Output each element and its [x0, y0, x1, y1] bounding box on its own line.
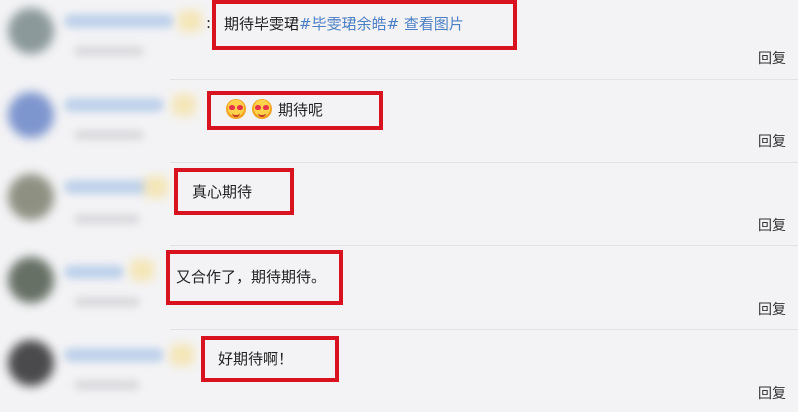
reply-button[interactable]: 回复 [758, 48, 786, 68]
comment-text: 好期待啊！ [218, 349, 293, 369]
avatar[interactable] [8, 257, 54, 303]
badge-blurred [130, 259, 154, 281]
divider [170, 162, 798, 163]
view-image-link[interactable]: 查看图片 [399, 15, 464, 33]
comment-body: 好期待啊！ [218, 350, 294, 368]
divider [170, 79, 798, 80]
meta-blurred [74, 214, 140, 224]
meta-blurred [74, 297, 140, 307]
meta-blurred [74, 130, 144, 140]
badge-blurred [170, 344, 194, 366]
meta-blurred [74, 380, 140, 390]
comment-text: 又合作了，期待期待。 [176, 267, 326, 287]
reply-button[interactable]: 回复 [758, 215, 786, 235]
comment-row: : 期待毕雯珺#毕雯珺余皓# 查看图片 回复 [0, 0, 798, 82]
heart-eyes-emoji-icon [252, 99, 272, 119]
comment-row: 期待呢 回复 [0, 82, 798, 164]
topic-tag-link[interactable]: #毕雯珺余皓# [299, 15, 399, 33]
badge-blurred [178, 10, 202, 32]
username-blurred[interactable] [64, 348, 164, 362]
avatar[interactable] [8, 8, 54, 54]
comment-body: 期待呢 [278, 101, 324, 119]
badge-blurred [172, 94, 196, 116]
comment-row: 又合作了，期待期待。 回复 [0, 247, 798, 330]
username-blurred[interactable] [64, 14, 174, 28]
reply-button[interactable]: 回复 [758, 299, 786, 319]
comment-colon: : [206, 14, 212, 32]
comment-body: 真心期待 [192, 183, 253, 201]
avatar[interactable] [8, 340, 54, 386]
divider [170, 245, 798, 246]
reply-button[interactable]: 回复 [758, 131, 786, 151]
comment-text: 期待呢 [226, 99, 323, 120]
comment-text: 真心期待 [192, 182, 252, 202]
meta-blurred [74, 46, 144, 56]
heart-eyes-emoji-icon [226, 99, 246, 119]
badge-blurred [144, 176, 168, 198]
comment-row: 好期待啊！ 回复 [0, 330, 798, 412]
comment-body: 期待毕雯珺 [224, 15, 300, 33]
username-blurred[interactable] [64, 98, 164, 112]
username-blurred[interactable] [64, 180, 149, 194]
comment-body: 又合作了，期待期待。 [176, 268, 327, 286]
comment-text: 期待毕雯珺#毕雯珺余皓# 查看图片 [224, 14, 464, 34]
avatar[interactable] [8, 174, 54, 220]
comment-row: 真心期待 回复 [0, 164, 798, 246]
reply-button[interactable]: 回复 [758, 383, 786, 403]
avatar[interactable] [8, 92, 54, 138]
username-blurred[interactable] [64, 265, 124, 279]
